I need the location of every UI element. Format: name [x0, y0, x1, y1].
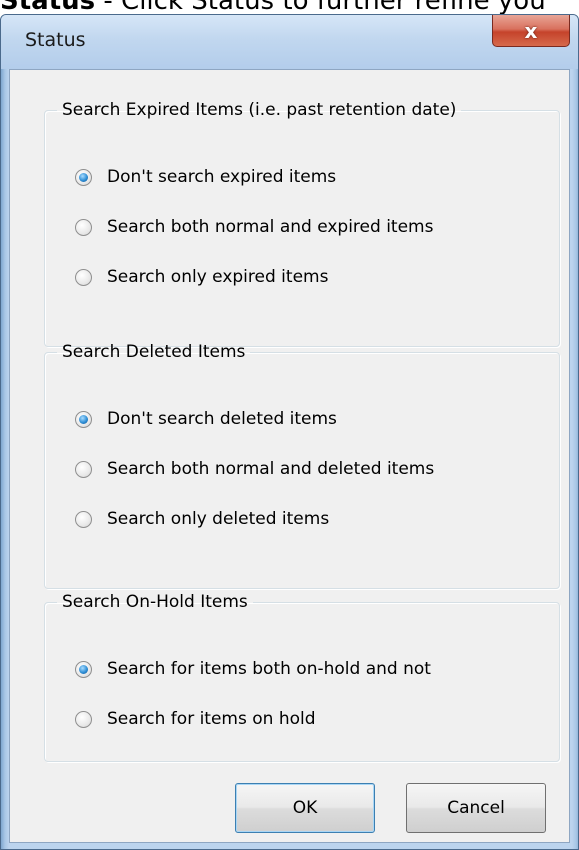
on-hold-items-legend: Search On-Hold Items [62, 592, 248, 612]
status-dialog: Status x Search Expired Items (i.e. past… [0, 14, 579, 850]
radio-search-both-deleted[interactable]: Search both normal and deleted items [75, 454, 434, 484]
radio-dont-search-deleted[interactable]: Don't search deleted items [75, 404, 337, 434]
radio-search-only-expired[interactable]: Search only expired items [75, 262, 328, 292]
close-icon: x [524, 18, 538, 43]
radio-dont-search-expired[interactable]: Don't search expired items [75, 162, 336, 192]
radio-label: Search only deleted items [107, 509, 330, 529]
radio-button-selected[interactable] [75, 660, 92, 678]
radio-button[interactable] [75, 510, 92, 528]
expired-items-group: Search Expired Items (i.e. past retentio… [44, 100, 560, 347]
radio-label: Search both normal and expired items [107, 217, 434, 237]
cancel-button[interactable]: Cancel [406, 783, 546, 833]
radio-label: Search for items both on-hold and not [107, 659, 431, 679]
expired-items-legend: Search Expired Items (i.e. past retentio… [62, 100, 457, 120]
deleted-items-legend: Search Deleted Items [62, 342, 246, 362]
radio-search-both-on-hold[interactable]: Search for items both on-hold and not [75, 654, 431, 684]
window-title: Status [25, 29, 86, 51]
radio-label: Don't search expired items [107, 167, 337, 187]
radio-search-only-deleted[interactable]: Search only deleted items [75, 504, 329, 534]
radio-search-on-hold[interactable]: Search for items on hold [75, 704, 316, 734]
radio-label: Search for items on hold [107, 709, 316, 729]
radio-button[interactable] [75, 460, 92, 478]
radio-label: Search only expired items [107, 267, 329, 287]
radio-button-selected[interactable] [75, 410, 92, 428]
radio-button[interactable] [75, 218, 92, 236]
title-bar[interactable]: Status x [1, 15, 578, 69]
close-button[interactable]: x [492, 15, 570, 47]
deleted-items-group: Search Deleted Items Don't search delete… [44, 342, 560, 589]
radio-button[interactable] [75, 710, 92, 728]
radio-search-both-expired[interactable]: Search both normal and expired items [75, 212, 433, 242]
dialog-client-area: Search Expired Items (i.e. past retentio… [9, 69, 570, 843]
radio-label: Don't search deleted items [107, 409, 337, 429]
radio-button[interactable] [75, 268, 92, 286]
radio-button-selected[interactable] [75, 168, 92, 186]
on-hold-items-group: Search On-Hold Items Search for items bo… [44, 592, 560, 762]
ok-button[interactable]: OK [235, 783, 375, 833]
radio-label: Search both normal and deleted items [107, 459, 435, 479]
